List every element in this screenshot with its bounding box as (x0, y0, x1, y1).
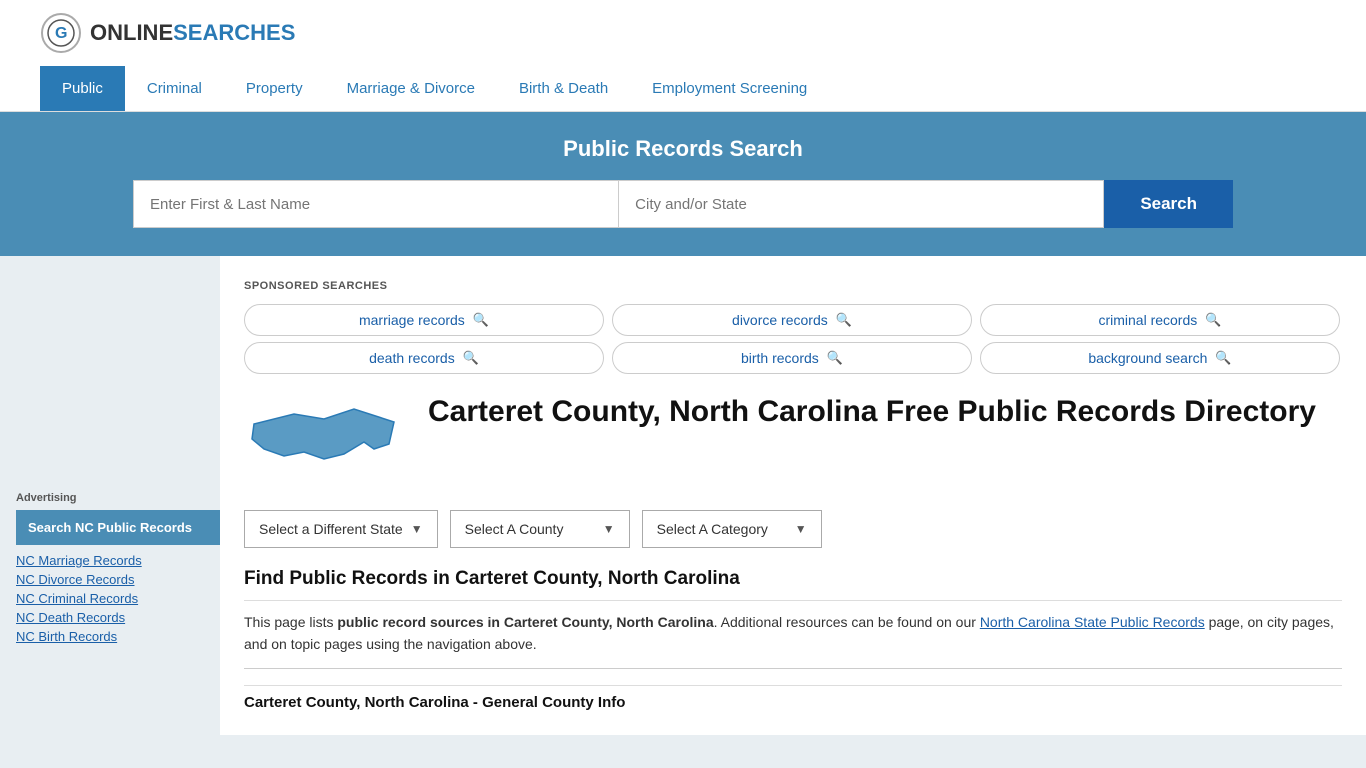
sidebar-link-birth[interactable]: NC Birth Records (16, 629, 220, 644)
tag-marriage-label: marriage records (359, 312, 465, 328)
main-nav: Public Criminal Property Marriage & Divo… (0, 66, 1366, 112)
sidebar-link-criminal[interactable]: NC Criminal Records (16, 591, 220, 606)
search-button[interactable]: Search (1104, 180, 1233, 228)
find-text-2: . Additional resources can be found on o… (714, 614, 980, 630)
tag-birth-label: birth records (741, 350, 819, 366)
content-area: SPONSORED SEARCHES marriage records 🔍 di… (220, 256, 1366, 735)
county-dropdown-label: Select A County (465, 521, 564, 537)
county-title: Carteret County, North Carolina Free Pub… (428, 394, 1316, 430)
find-records-title: Find Public Records in Carteret County, … (244, 568, 1342, 601)
sidebar-link-divorce[interactable]: NC Divorce Records (16, 572, 220, 587)
search-icon-death: 🔍 (463, 350, 479, 366)
nc-map-svg (244, 394, 404, 494)
find-link[interactable]: North Carolina State Public Records (980, 614, 1205, 630)
county-dropdown-arrow: ▼ (603, 522, 615, 536)
county-dropdown[interactable]: Select A County ▼ (450, 510, 630, 548)
tag-criminal-records[interactable]: criminal records 🔍 (980, 304, 1340, 336)
tag-background-search[interactable]: background search 🔍 (980, 342, 1340, 374)
general-info-title: Carteret County, North Carolina - Genera… (244, 685, 1342, 711)
nav-item-marriage-divorce[interactable]: Marriage & Divorce (325, 66, 497, 111)
find-text-1: This page lists (244, 614, 337, 630)
search-banner-title: Public Records Search (40, 136, 1326, 162)
tag-divorce-records[interactable]: divorce records 🔍 (612, 304, 972, 336)
sidebar-link-death[interactable]: NC Death Records (16, 610, 220, 625)
tag-death-records[interactable]: death records 🔍 (244, 342, 604, 374)
search-tags-row2: death records 🔍 birth records 🔍 backgrou… (244, 342, 1342, 374)
search-icon-background: 🔍 (1215, 350, 1231, 366)
category-dropdown-label: Select A Category (657, 521, 768, 537)
nav-item-property[interactable]: Property (224, 66, 325, 111)
tag-background-label: background search (1088, 350, 1207, 366)
sidebar-ad-label: Advertising (16, 492, 220, 504)
sidebar-ad-item[interactable]: Search NC Public Records (16, 510, 220, 545)
category-dropdown[interactable]: Select A Category ▼ (642, 510, 822, 548)
tag-divorce-label: divorce records (732, 312, 828, 328)
tag-criminal-label: criminal records (1098, 312, 1197, 328)
name-input[interactable] (133, 180, 618, 228)
state-dropdown-label: Select a Different State (259, 521, 403, 537)
category-dropdown-arrow: ▼ (795, 522, 807, 536)
svg-text:G: G (55, 25, 67, 42)
sidebar-link-marriage[interactable]: NC Marriage Records (16, 553, 220, 568)
logo-icon: G (40, 12, 82, 54)
search-tags-row1: marriage records 🔍 divorce records 🔍 cri… (244, 304, 1342, 336)
main-content: Advertising Search NC Public Records NC … (0, 256, 1366, 735)
state-dropdown[interactable]: Select a Different State ▼ (244, 510, 438, 548)
state-map (244, 394, 404, 494)
county-section: Carteret County, North Carolina Free Pub… (244, 394, 1342, 494)
dropdown-row: Select a Different State ▼ Select A Coun… (244, 510, 1342, 548)
nav-item-employment[interactable]: Employment Screening (630, 66, 829, 111)
logo[interactable]: G ONLINESEARCHES (40, 12, 295, 54)
section-divider (244, 668, 1342, 669)
nav-item-criminal[interactable]: Criminal (125, 66, 224, 111)
nav-item-public[interactable]: Public (40, 66, 125, 111)
sidebar: Advertising Search NC Public Records NC … (0, 256, 220, 735)
tag-death-label: death records (369, 350, 455, 366)
tag-marriage-records[interactable]: marriage records 🔍 (244, 304, 604, 336)
search-banner: Public Records Search Search (0, 112, 1366, 256)
location-input[interactable] (618, 180, 1104, 228)
state-dropdown-arrow: ▼ (411, 522, 423, 536)
logo-text: ONLINESEARCHES (90, 20, 295, 46)
sidebar-links: NC Marriage Records NC Divorce Records N… (16, 553, 220, 644)
sponsored-label: SPONSORED SEARCHES (244, 268, 1342, 296)
search-icon-divorce: 🔍 (836, 312, 852, 328)
search-form: Search (133, 180, 1233, 228)
tag-birth-records[interactable]: birth records 🔍 (612, 342, 972, 374)
search-icon-marriage: 🔍 (473, 312, 489, 328)
header: G ONLINESEARCHES (0, 0, 1366, 66)
search-icon-birth: 🔍 (827, 350, 843, 366)
find-records-text: This page lists public record sources in… (244, 611, 1342, 656)
search-icon-criminal: 🔍 (1205, 312, 1221, 328)
nav-item-birth-death[interactable]: Birth & Death (497, 66, 630, 111)
find-text-bold: public record sources in Carteret County… (337, 614, 713, 630)
